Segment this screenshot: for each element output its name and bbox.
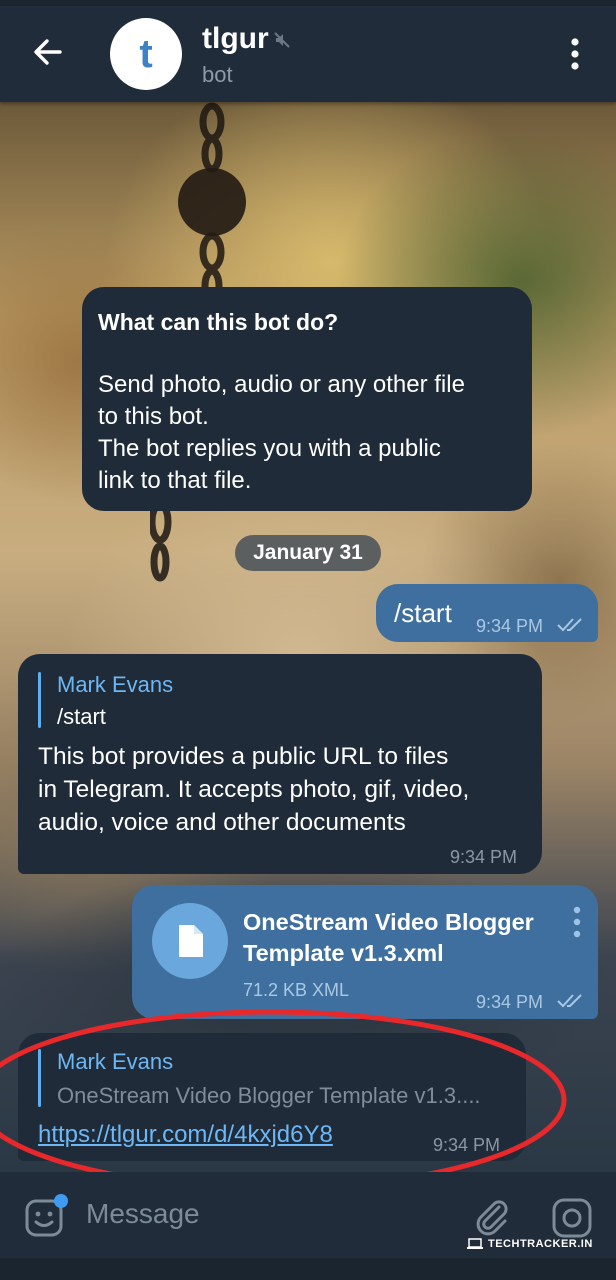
- reply-text: /start: [57, 704, 106, 729]
- outgoing-file-message[interactable]: OneStream Video Blogger Template v1.3.xm…: [132, 885, 598, 1019]
- message-input[interactable]: [86, 1194, 446, 1234]
- message-time: 9:34 PM: [450, 847, 518, 867]
- camera-button[interactable]: [550, 1196, 594, 1240]
- reply-author: Mark Evans: [57, 1049, 174, 1074]
- reply-quote-bar: [38, 1049, 41, 1107]
- vertical-dots-icon[interactable]: [570, 905, 584, 939]
- reply-author: Mark Evans: [57, 672, 174, 697]
- message-text: This bot provides a public URL to files …: [38, 743, 470, 836]
- more-options-button[interactable]: [560, 36, 590, 72]
- file-icon: [179, 925, 203, 957]
- camera-icon: [552, 1198, 592, 1238]
- double-check-icon: [557, 618, 582, 632]
- file-download-button[interactable]: [152, 903, 228, 979]
- watermark: TECHTRACKER.IN: [466, 1238, 593, 1250]
- incoming-message[interactable]: Mark Evans OneStream Video Blogger Templ…: [18, 1033, 526, 1161]
- vertical-dots-icon: [571, 38, 579, 70]
- message-text: /start: [394, 598, 452, 628]
- double-check-icon: [557, 994, 582, 1008]
- bot-info-text: Send photo, audio or any other file to t…: [98, 371, 465, 494]
- bot-info-title: What can this bot do?: [98, 309, 339, 335]
- public-file-link[interactable]: https://tlgur.com/d/4kxjd6Y8: [38, 1121, 333, 1149]
- attach-button[interactable]: [472, 1196, 512, 1236]
- navigation-bar: [0, 1258, 616, 1280]
- reply-quote-bar: [38, 672, 41, 728]
- avatar-letter: t: [139, 31, 153, 76]
- paperclip-icon: [476, 1200, 508, 1236]
- muted-icon: [274, 32, 290, 48]
- message-time: 9:34 PM: [476, 992, 544, 1012]
- avatar[interactable]: t: [110, 18, 182, 90]
- sticker-button[interactable]: [24, 1194, 72, 1238]
- laptop-icon: [467, 1238, 483, 1249]
- message-time: 9:34 PM: [433, 1135, 501, 1155]
- file-name: OneStream Video Blogger Template v1.3.xm…: [243, 909, 534, 966]
- incoming-message[interactable]: Mark Evans /start This bot provides a pu…: [18, 654, 542, 874]
- bot-info-card: What can this bot do? Send photo, audio …: [82, 287, 532, 511]
- chat-subtitle: bot: [202, 62, 233, 87]
- sticker-icon: [25, 1194, 68, 1237]
- chat-header: t tlgur bot: [0, 6, 616, 102]
- outgoing-message[interactable]: /start 9:34 PM: [376, 584, 598, 642]
- message-time: 9:34 PM: [476, 616, 544, 636]
- reply-text: OneStream Video Blogger Template v1.3...…: [57, 1083, 481, 1108]
- date-separator: January 31: [235, 535, 381, 571]
- file-meta: 71.2 KB XML: [243, 980, 350, 1000]
- arrow-left-icon: [34, 39, 62, 65]
- watermark-text: TECHTRACKER.IN: [488, 1238, 593, 1250]
- back-button[interactable]: [28, 32, 68, 72]
- chat-title[interactable]: tlgur: [202, 22, 269, 56]
